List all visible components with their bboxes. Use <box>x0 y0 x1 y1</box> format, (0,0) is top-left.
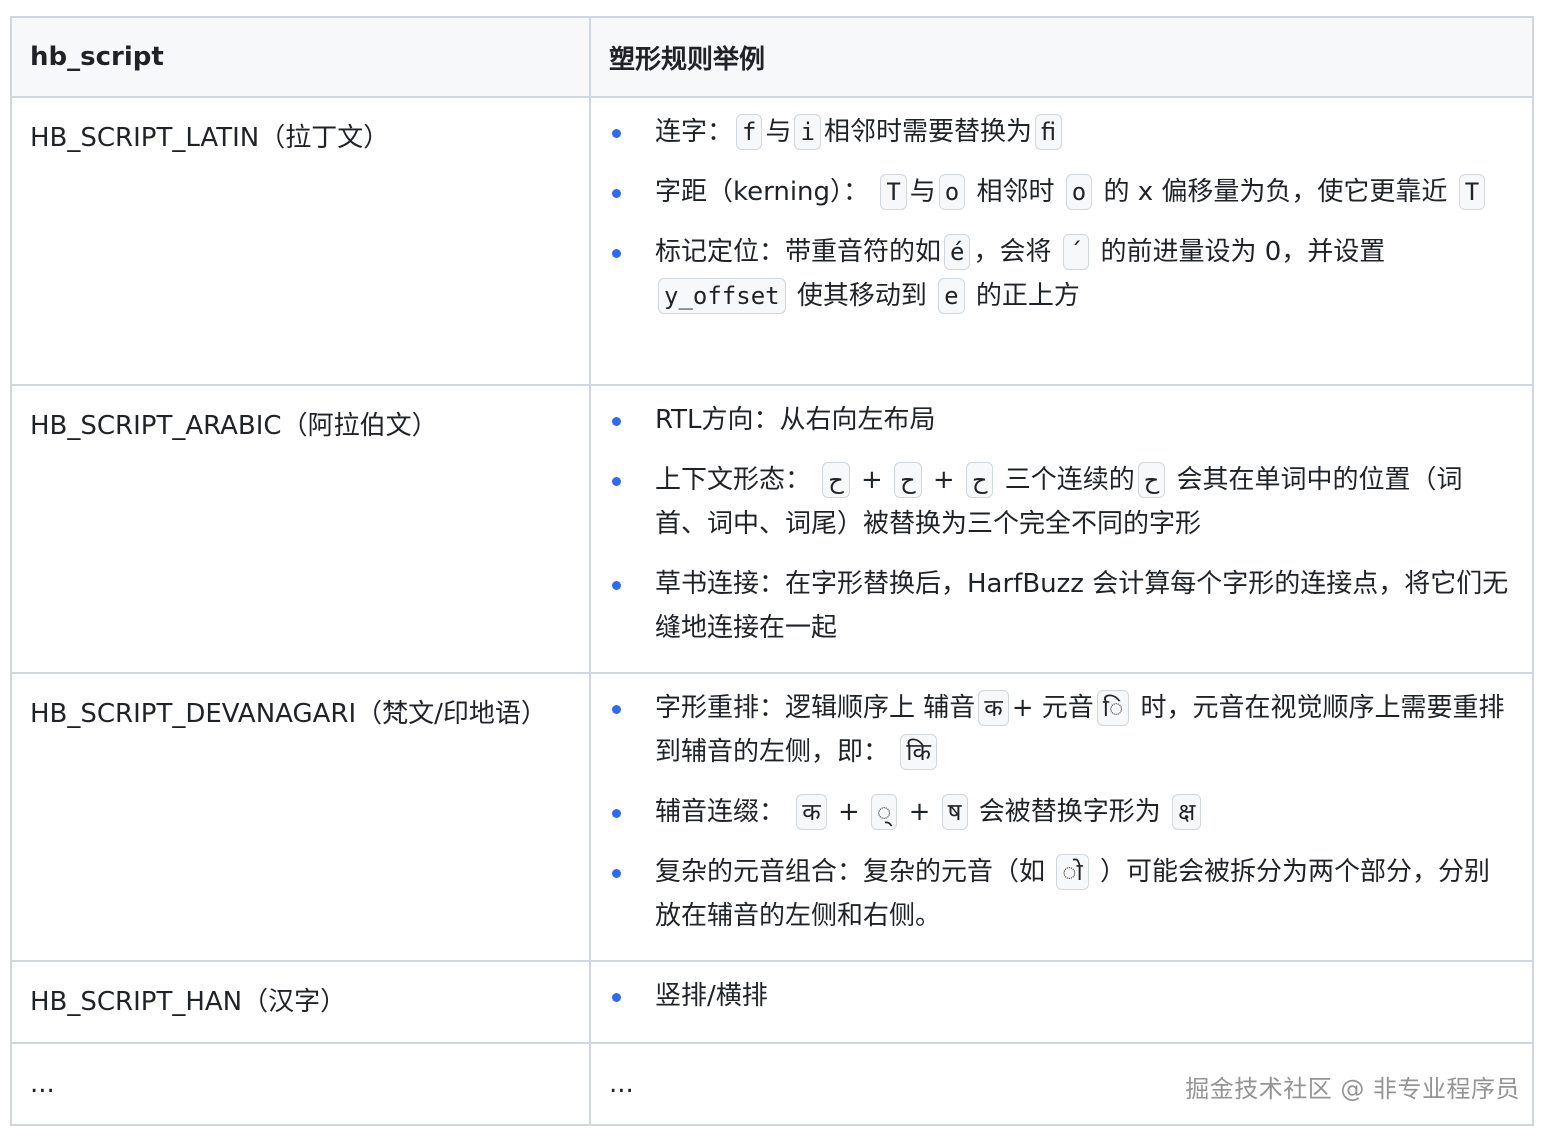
inline-code: ि <box>1096 690 1130 726</box>
rule-item-vertical-horizontal: 竖排/横排 <box>609 974 1514 1018</box>
script-name-cell: HB_SCRIPT_DEVANAGARI（梵文/印地语） <box>10 672 591 962</box>
rule-text: 标记定位：带重音符的如 <box>655 237 942 267</box>
rule-text: 的正上方 <box>975 281 1080 311</box>
script-shaping-table: hb_script 塑形规则举例 HB_SCRIPT_LATIN（拉丁文） 连字… <box>10 16 1534 1126</box>
rule-item-mark-positioning: 标记定位：带重音符的如 é ，会将 ´ 的前进量设为 0，并设置 y_offset … <box>609 230 1514 318</box>
inline-code: ح <box>822 462 850 498</box>
rule-text: RTL方向：从右向左布局 <box>655 405 936 435</box>
table-row-han: HB_SCRIPT_HAN（汉字） 竖排/横排 <box>10 960 1534 1044</box>
header-hb-script: hb_script <box>10 16 591 98</box>
watermark: 掘金技术社区 @ 非专业程序员 <box>1185 1075 1520 1103</box>
inline-code: o <box>938 174 966 210</box>
rule-item-split-vowels: 复杂的元音组合：复杂的元音（如 ो ）可能会被拆分为两个部分，分别放在辅音的左侧… <box>609 850 1514 938</box>
rule-text: 使其移动到 <box>796 281 927 311</box>
rules-list: RTL方向：从右向左布局 上下文形态： ح + ح + ح 三个连续的 ح 会其在… <box>609 398 1514 650</box>
rule-text: 与 <box>909 177 936 207</box>
inline-code: e <box>938 278 965 314</box>
rule-item-reordering: 字形重排：逻辑顺序上 辅音 क + 元音ि 时，元音在视觉顺序上需要重排到辅音的左侧… <box>609 686 1514 774</box>
rule-text: + <box>932 465 955 495</box>
rule-text: 三个连续的 <box>1004 465 1135 495</box>
rule-text: 竖排/横排 <box>655 981 768 1011</box>
inline-code: ﬁ <box>1034 114 1063 150</box>
inline-code: T <box>1458 174 1486 210</box>
rule-text: 字距（kerning）： <box>655 177 870 207</box>
rules-cell: RTL方向：从右向左布局 上下文形态： ح + ح + ح 三个连续的 ح 会其在… <box>589 384 1534 674</box>
inline-code: ح <box>965 462 994 498</box>
rule-text: 相邻时需要替换为 <box>823 117 1032 147</box>
inline-code: ् <box>871 794 898 830</box>
rule-text: 的前进量设为 0，并设置 <box>1100 237 1386 267</box>
inline-code: ´ <box>1062 234 1090 270</box>
inline-code: i <box>794 114 821 150</box>
inline-code: क <box>978 690 1009 726</box>
rule-text: 字形重排：逻辑顺序上 辅音 <box>655 693 976 723</box>
inline-code: कि <box>900 734 937 770</box>
rule-text: ，会将 <box>973 237 1052 267</box>
script-name-cell: HB_SCRIPT_ARABIC（阿拉伯文） <box>10 384 591 674</box>
rule-text: 会被替换字形为 <box>978 797 1161 827</box>
inline-code: क्ष <box>1172 794 1202 830</box>
rule-item-contextual-forms: 上下文形态： ح + ح + ح 三个连续的 ح 会其在单词中的位置（词首、词中、… <box>609 458 1514 546</box>
rule-item-rtl: RTL方向：从右向左布局 <box>609 398 1514 442</box>
rule-item-conjuncts: 辅音连缀： क + ् + ष 会被替换字形为 क्ष <box>609 790 1514 834</box>
rule-item-ligature: 连字： f 与 i 相邻时需要替换为 ﬁ <box>609 110 1514 154</box>
rule-text: 上下文形态： <box>655 465 812 495</box>
inline-code: ح <box>894 462 922 498</box>
table-row-arabic: HB_SCRIPT_ARABIC（阿拉伯文） RTL方向：从右向左布局 上下文形… <box>10 384 1534 674</box>
rules-cell: 竖排/横排 <box>589 960 1534 1044</box>
inline-code: f <box>736 114 763 150</box>
rules-cell: 字形重排：逻辑顺序上 辅音 क + 元音ि 时，元音在视觉顺序上需要重排到辅音的左侧… <box>589 672 1534 962</box>
inline-code: क <box>796 794 827 830</box>
inline-code: ष <box>941 794 968 830</box>
rule-text: 连字： <box>655 117 734 147</box>
rule-text: + <box>837 797 860 827</box>
rule-text: + 元音 <box>1011 693 1094 723</box>
rule-text: 复杂的元音组合：复杂的元音（如 <box>655 857 1046 887</box>
rule-text: 与 <box>765 117 792 147</box>
table-header-row: hb_script 塑形规则举例 <box>10 16 1534 98</box>
rule-text: 草书连接：在字形替换后，HarfBuzz 会计算每个字形的连接点，将它们无缝地连… <box>655 569 1509 643</box>
rule-text: + <box>908 797 931 827</box>
rules-list: 竖排/横排 <box>609 974 1514 1018</box>
rules-list: 字形重排：逻辑顺序上 辅音 क + 元音ि 时，元音在视觉顺序上需要重排到辅音的左侧… <box>609 686 1514 938</box>
table-row-devanagari: HB_SCRIPT_DEVANAGARI（梵文/印地语） 字形重排：逻辑顺序上 … <box>10 672 1534 962</box>
rule-text: 辅音连缀： <box>655 797 786 827</box>
rules-list: 连字： f 与 i 相邻时需要替换为 ﬁ 字距（kerning）： T与o 相邻时 o 的… <box>609 110 1514 318</box>
rule-item-kerning: 字距（kerning）： T与o 相邻时 o 的 x 偏移量为负，使它更靠近 T <box>609 170 1514 214</box>
inline-code: é <box>944 234 971 270</box>
rule-text: + <box>861 465 883 495</box>
script-name-cell: HB_SCRIPT_LATIN（拉丁文） <box>10 96 591 386</box>
table-row-latin: HB_SCRIPT_LATIN（拉丁文） 连字： f 与 i 相邻时需要替换为 ﬁ 字距（… <box>10 96 1534 386</box>
rule-text: 的 x 偏移量为负，使它更靠近 <box>1103 177 1448 207</box>
script-name-cell: ... <box>10 1042 591 1126</box>
inline-code: T <box>880 174 907 210</box>
inline-code: ो <box>1056 854 1089 890</box>
header-shaping-rules: 塑形规则举例 <box>589 16 1534 98</box>
inline-code: o <box>1065 174 1093 210</box>
inline-code: y_offset <box>658 278 786 314</box>
script-name-cell: HB_SCRIPT_HAN（汉字） <box>10 960 591 1044</box>
inline-code: ح <box>1137 462 1166 498</box>
rule-text: 相邻时 <box>976 177 1055 207</box>
rules-cell: 连字： f 与 i 相邻时需要替换为 ﬁ 字距（kerning）： T与o 相邻时 o 的… <box>589 96 1534 386</box>
rule-item-cursive-attachment: 草书连接：在字形替换后，HarfBuzz 会计算每个字形的连接点，将它们无缝地连… <box>609 562 1514 650</box>
